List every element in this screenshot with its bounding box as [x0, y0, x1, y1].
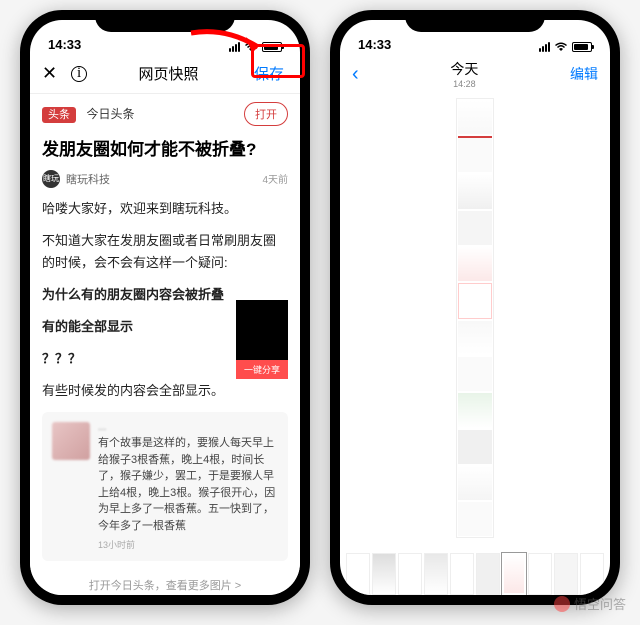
photos-title: 今天 — [450, 59, 478, 79]
screen-left: 14:33 ✕ i 网页快照 保存 头条 今日头条 — [30, 20, 300, 595]
signal-icon — [539, 42, 550, 52]
paragraph: 哈喽大家好，欢迎来到瞎玩科技。 — [30, 198, 300, 230]
notch — [405, 10, 545, 32]
close-icon[interactable]: ✕ — [42, 63, 57, 84]
thumbnail[interactable] — [528, 553, 552, 595]
watermark-icon — [554, 596, 570, 612]
edit-button[interactable]: 编辑 — [570, 64, 598, 84]
photos-nav: ‹ 今天 14:28 编辑 — [340, 54, 610, 94]
post-time: 4天前 — [262, 171, 288, 186]
thumbnail[interactable] — [372, 553, 396, 595]
quote-time: 13小时前 — [98, 538, 278, 551]
thumbnail[interactable] — [554, 553, 578, 595]
thumbnail[interactable] — [398, 553, 422, 595]
paragraph: 不知道大家在发朋友圈或者日常刷朋友圈的时候，会不会有这样一个疑问: — [30, 230, 300, 284]
status-icons — [229, 42, 282, 52]
open-button[interactable]: 打开 — [244, 102, 288, 126]
battery-icon — [572, 42, 592, 52]
status-time: 14:33 — [358, 37, 391, 52]
nav-bar: ✕ i 网页快照 保存 — [30, 54, 300, 94]
phone-left: 14:33 ✕ i 网页快照 保存 头条 今日头条 — [20, 10, 310, 605]
quote-thumbnail — [52, 422, 90, 460]
status-time: 14:33 — [48, 37, 81, 52]
toutiao-header: 头条 今日头条 打开 — [30, 94, 300, 134]
share-preview — [236, 300, 288, 360]
thumbnail[interactable] — [580, 553, 604, 595]
toutiao-badge: 头条 — [42, 107, 76, 123]
article-content[interactable]: 头条 今日头条 打开 发朋友圈如何才能不被折叠? 瞎玩 瞎玩科技 4天前 哈喽大… — [30, 94, 300, 595]
signal-icon — [229, 42, 240, 52]
battery-icon — [262, 42, 282, 52]
thumbnail-strip[interactable] — [340, 549, 610, 595]
article-title: 发朋友圈如何才能不被折叠? — [30, 134, 300, 170]
long-screenshot-image[interactable] — [456, 98, 494, 538]
thumbnail[interactable] — [346, 553, 370, 595]
back-button[interactable]: ‹ — [352, 63, 359, 86]
share-label: 一键分享 — [236, 360, 288, 379]
author-avatar[interactable]: 瞎玩 — [42, 170, 60, 188]
watermark-text: 悟空问答 — [574, 594, 626, 613]
watermark: 悟空问答 — [554, 594, 626, 613]
photo-viewer[interactable] — [340, 94, 610, 549]
thumbnail[interactable] — [450, 553, 474, 595]
photos-subtitle: 14:28 — [450, 79, 478, 89]
author-name[interactable]: 瞎玩科技 — [66, 171, 110, 187]
paragraph: 有些时候发的内容会全部显示。 — [30, 380, 300, 412]
nav-title: 网页快照 — [139, 63, 199, 84]
status-icons — [539, 42, 592, 52]
quote-box[interactable]: ... 有个故事是这样的，要猴人每天早上给猴子3根香蕉，晚上4根，时间长了，猴子… — [42, 412, 288, 561]
save-button[interactable]: 保存 — [250, 61, 288, 86]
wifi-icon — [554, 42, 568, 52]
wifi-icon — [244, 42, 258, 52]
more-link[interactable]: 打开今日头条，查看更多图片 > — [30, 571, 300, 595]
thumbnail[interactable] — [476, 553, 500, 595]
thumbnail[interactable] — [424, 553, 448, 595]
quote-text: 有个故事是这样的，要猴人每天早上给猴子3根香蕉，晚上4根，时间长了，猴子嫌少，罢… — [98, 435, 278, 534]
screen-right: 14:33 ‹ 今天 14:28 编辑 — [340, 20, 610, 595]
phone-right: 14:33 ‹ 今天 14:28 编辑 — [330, 10, 620, 605]
share-widget[interactable]: 一键分享 — [236, 300, 288, 379]
info-icon[interactable]: i — [71, 66, 87, 82]
quote-user: ... — [98, 422, 278, 433]
author-row: 瞎玩 瞎玩科技 4天前 — [30, 170, 300, 198]
thumbnail-active[interactable] — [502, 553, 526, 595]
notch — [95, 10, 235, 32]
toutiao-label: 今日头条 — [86, 107, 134, 121]
